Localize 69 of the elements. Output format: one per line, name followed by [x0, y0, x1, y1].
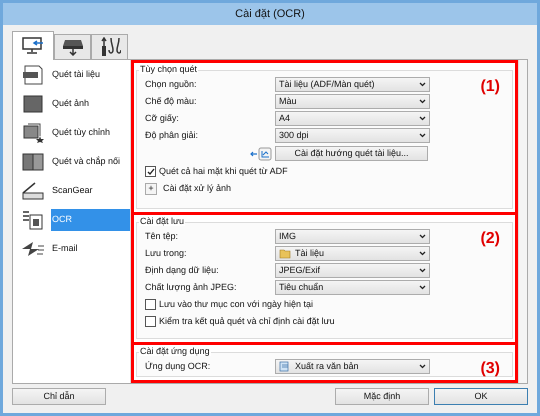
field-label: Ứng dụng OCR: [145, 360, 212, 373]
dropdown[interactable]: Màu [275, 94, 430, 109]
check-icon [146, 168, 154, 176]
caret-icon [419, 99, 426, 104]
ok-button[interactable]: OK [434, 388, 528, 405]
field-label: Lưu trong: [145, 246, 188, 260]
tab[interactable] [91, 34, 128, 59]
field-label: Chế độ màu: [145, 94, 198, 108]
field-label: Độ phân giải: [145, 128, 200, 142]
dropdown[interactable]: Tài liệu [275, 246, 430, 261]
expand-button[interactable]: + [145, 182, 157, 194]
computer-icon [22, 37, 44, 55]
defaults-button[interactable]: Mặc định [335, 388, 429, 405]
caret-icon [419, 251, 426, 256]
checkbox[interactable] [145, 166, 156, 177]
caret-icon [419, 116, 426, 121]
tab[interactable] [12, 31, 54, 60]
document-icon [279, 361, 291, 372]
dropdown[interactable]: A4 [275, 111, 430, 126]
window-title: Cài đặt (OCR) [235, 6, 305, 22]
sidebar-item[interactable]: Quét và chắp nối [15, 151, 130, 173]
sidebar-item[interactable]: Quét tùy chỉnh [15, 122, 130, 144]
orientation-icon [250, 146, 272, 160]
dropdown[interactable]: 300 dpi [275, 128, 430, 143]
scrollbar[interactable] [518, 60, 527, 383]
text-pages-icon [22, 210, 44, 230]
caret-icon [419, 285, 426, 290]
sidebar-item[interactable]: Quét ảnh [15, 93, 130, 115]
checkbox-label: Lưu vào thư mục con với ngày hiện tại [159, 298, 314, 311]
caret-icon [419, 82, 426, 87]
dropdown[interactable]: Tiêu chuẩn [275, 280, 430, 295]
checkbox-label: Quét cả hai mặt khi quét từ ADF [159, 164, 288, 178]
dropdown[interactable]: Xuất ra văn bản [275, 359, 430, 374]
photo-icon [22, 94, 44, 114]
sidebar-item[interactable]: ScanGear [15, 180, 130, 202]
caret-icon [419, 234, 426, 239]
scanner-icon [21, 181, 45, 201]
two-pages-icon [22, 152, 44, 172]
dropdown[interactable]: Tài liệu (ADF/Màn quét) [275, 77, 430, 92]
group-title: Cài đặt ứng dụng [139, 347, 211, 356]
expander-label: Cài đặt xử lý ảnh [163, 182, 232, 195]
tools-icon [98, 37, 120, 57]
section-marker: (3) [480, 361, 500, 377]
document-icon [22, 65, 44, 85]
field-label: Chất lượng ảnh JPEG: [145, 280, 238, 294]
help-button[interactable]: Chỉ dẫn [12, 388, 106, 405]
field-label: Chọn nguồn: [145, 78, 198, 91]
caret-icon [419, 268, 426, 273]
section-marker: (2) [480, 231, 500, 249]
sidebar-item[interactable]: Quét tài liệu [15, 64, 130, 86]
dropdown[interactable]: JPEG/Exif [275, 263, 430, 278]
group-title: Tùy chọn quét [139, 65, 198, 74]
scanner-icon [62, 38, 84, 56]
dropdown[interactable]: IMG [275, 229, 430, 244]
checkbox[interactable] [145, 316, 156, 327]
checkbox-label: Kiểm tra kết quả quét và chỉ định cài đặt lưu [159, 314, 335, 328]
document-star-icon [22, 123, 44, 143]
folder-icon [279, 248, 291, 259]
group-title: Cài đặt lưu [139, 217, 186, 226]
field-label: Định dạng dữ liệu: [145, 264, 220, 277]
caret-icon [419, 364, 426, 369]
orientation-settings-button[interactable]: Cài đặt hướng quét tài liệu... [275, 146, 428, 161]
caret-icon [419, 133, 426, 138]
tab[interactable] [54, 34, 91, 59]
checkbox[interactable] [145, 299, 156, 310]
section-marker: (1) [480, 79, 500, 97]
field-label: Tên tệp: [145, 230, 180, 243]
sidebar-item[interactable]: E-mail [15, 238, 130, 260]
field-label: Cỡ giấy: [145, 112, 180, 125]
